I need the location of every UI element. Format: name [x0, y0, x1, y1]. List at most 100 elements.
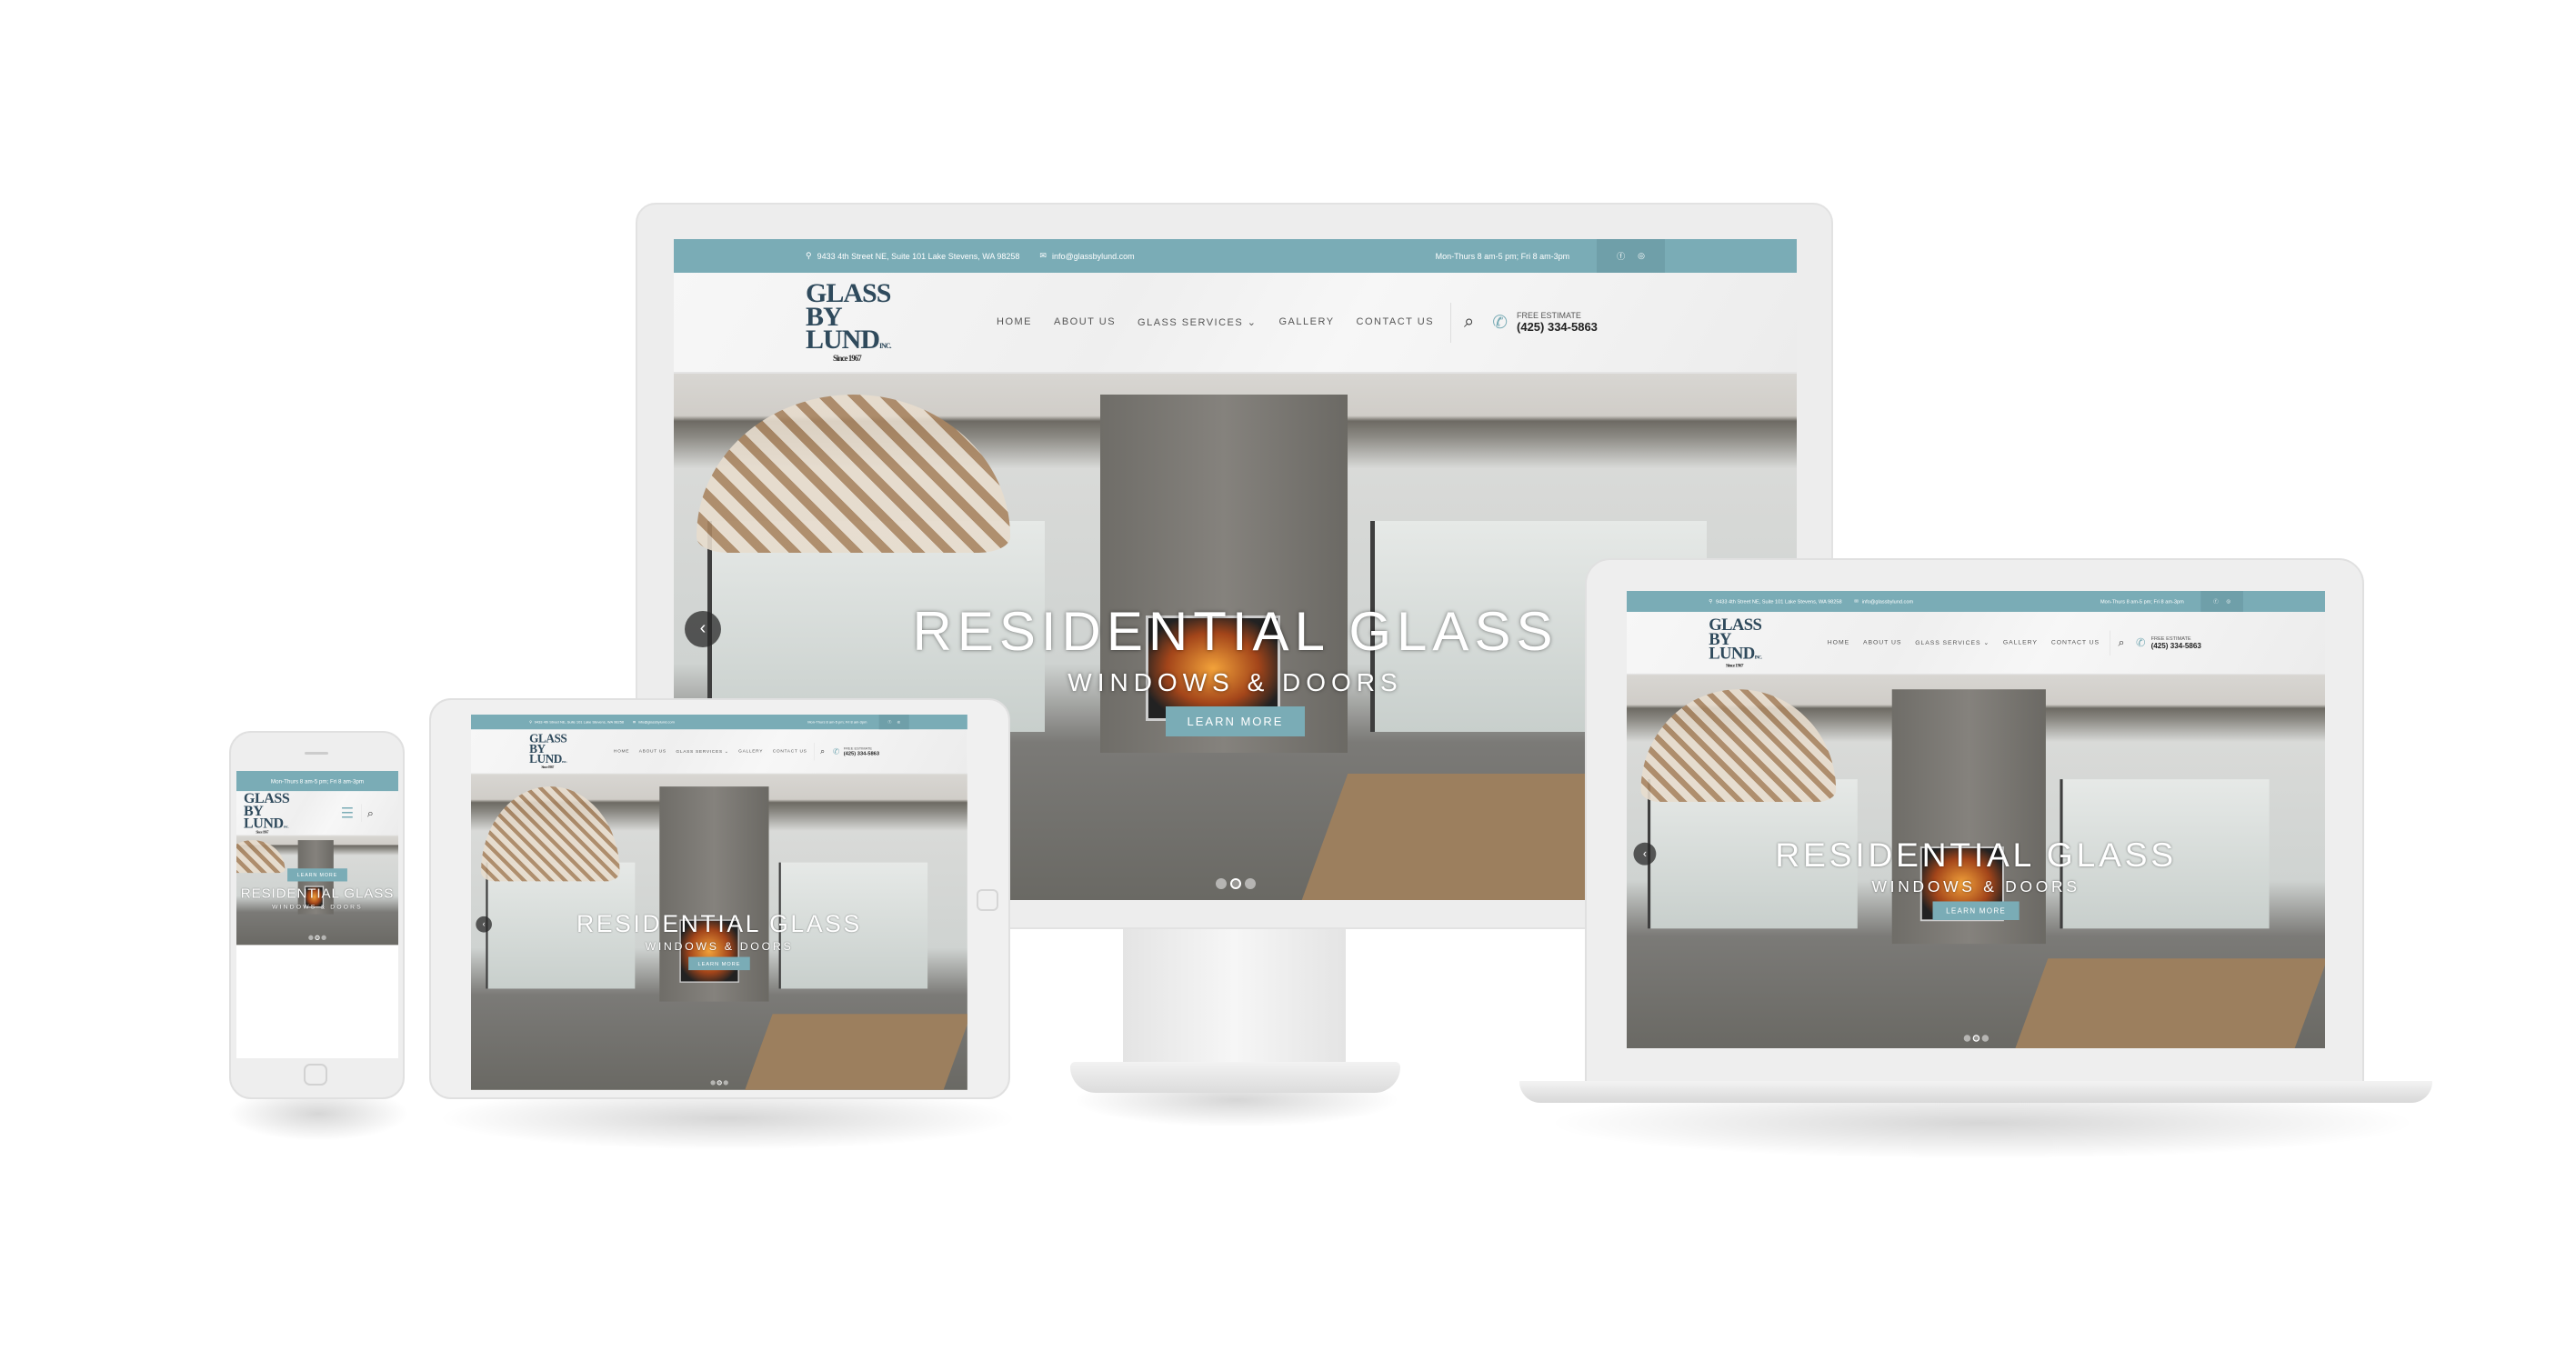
logo[interactable]: GLASS BY LUNDINC. Since 1967 — [1709, 616, 1805, 667]
facebook-icon[interactable]: ⓕ — [887, 719, 891, 725]
mobile-website: Mon-Thurs 8 am-5 pm; Fri 8 am-3pm GLASS B… — [236, 771, 398, 1058]
phone-number[interactable]: (425) 334-5863 — [1517, 320, 1598, 334]
slider-dot[interactable] — [1963, 1035, 1970, 1042]
phone-home-button — [304, 1064, 327, 1086]
instagram-icon[interactable]: ◎ — [1638, 251, 1645, 261]
nav-gallery[interactable]: GALLERY — [738, 749, 763, 755]
facebook-icon[interactable]: ⓕ — [2213, 597, 2219, 605]
phone-icon: ✆ — [2135, 636, 2146, 650]
tablet-screen: ⚲ 9433 4th Street NE, Suite 101 Lake Stev… — [471, 715, 967, 1090]
hours-text: Mon-Thurs 8 am-5 pm; Fri 8 am-3pm — [807, 719, 867, 725]
instagram-icon[interactable]: ◎ — [2226, 598, 2230, 605]
site-header: GLASS BY LUNDINC. Since 1967 ☰ ⌕ — [236, 791, 398, 836]
website: ⚲ 9433 4th Street NE, Suite 101 Lake Stev… — [1627, 591, 2325, 1048]
hero-slider: ‹ RESIDENTIAL GLASS WINDOWS & DOORS LEAR… — [1627, 675, 2325, 1048]
top-bar: ⚲ 9433 4th Street NE, Suite 101 Lake Stev… — [1627, 591, 2325, 613]
search-icon[interactable]: ⌕ — [820, 746, 825, 756]
nav-about-us[interactable]: ABOUT US — [639, 749, 667, 755]
phone-icon: ✆ — [832, 746, 840, 756]
nav-about-us[interactable]: ABOUT US — [1054, 316, 1116, 328]
hero-subtitle: WINDOWS & DOORS — [272, 903, 363, 911]
nav-home[interactable]: HOME — [614, 749, 629, 755]
main-nav: HOME ABOUT US GLASS SERVICES ⌄ GALLERY C… — [614, 749, 807, 755]
slider-dot[interactable] — [1215, 878, 1227, 889]
nav-gallery[interactable]: GALLERY — [1278, 316, 1334, 328]
site-header: GLASS BY LUNDINC. Since 1967 HOME ABOUT US … — [471, 729, 967, 775]
learn-more-button[interactable]: LEARN MORE — [687, 956, 750, 971]
free-estimate[interactable]: ✆ FREE ESTIMATE (425) 334-5863 — [1492, 311, 1598, 334]
top-bar: Mon-Thurs 8 am-5 pm; Fri 8 am-3pm — [236, 771, 398, 792]
search-icon[interactable]: ⌕ — [2119, 636, 2125, 649]
phone-number[interactable]: (425) 334-5863 — [2151, 641, 2201, 649]
nav-home[interactable]: HOME — [997, 316, 1032, 328]
hero-subtitle: WINDOWS & DOORS — [645, 939, 794, 953]
nav-contact-us[interactable]: CONTACT US — [1357, 316, 1435, 328]
hero-slider: ‹ RESIDENTIAL GLASS WINDOWS & DOORS LEAR… — [471, 774, 967, 1090]
menu-icon[interactable]: ☰ — [341, 805, 354, 822]
monitor-stand — [1123, 929, 1346, 1066]
main-nav: HOME ABOUT US GLASS SERVICES ⌄ GALLERY C… — [1828, 639, 2100, 646]
nav-contact-us[interactable]: CONTACT US — [773, 749, 807, 755]
slider-dot[interactable] — [321, 935, 326, 941]
main-nav: HOME ABOUT US GLASS SERVICES ⌄ GALLERY C… — [997, 316, 1434, 328]
slider-dot-active[interactable] — [315, 935, 320, 941]
slider-dot[interactable] — [308, 935, 314, 941]
phone-speaker — [305, 752, 328, 755]
slider-dot-active[interactable] — [1972, 1035, 1980, 1042]
slider-dot[interactable] — [1981, 1035, 1989, 1042]
nav-home[interactable]: HOME — [1828, 639, 1849, 646]
hours-text: Mon-Thurs 8 am-5 pm; Fri 8 am-3pm — [2100, 598, 2184, 605]
logo[interactable]: GLASS BY LUNDINC. Since 1967 — [529, 733, 597, 769]
top-bar: ⚲ 9433 4th Street NE, Suite 101 Lake Stev… — [674, 239, 1797, 273]
logo[interactable]: GLASS BY LUNDINC. Since 1967 — [806, 280, 960, 362]
map-pin-icon: ⚲ — [529, 719, 533, 725]
logo[interactable]: GLASS BY LUNDINC. Since 1967 — [244, 791, 341, 834]
hero-title: RESIDENTIAL GLASS — [576, 910, 862, 937]
address-text: 9433 4th Street NE, Suite 101 Lake Steve… — [534, 719, 625, 725]
free-estimate[interactable]: ✆ FREE ESTIMATE (425) 334-5863 — [2136, 635, 2201, 650]
mail-icon: ✉ — [1039, 251, 1047, 260]
nav-about-us[interactable]: ABOUT US — [1863, 639, 1901, 646]
site-header: GLASS BY LUNDINC. Since 1967 HOME ABOUT US … — [1627, 612, 2325, 676]
email-link[interactable]: info@glassbylund.com — [1862, 598, 1913, 604]
nav-gallery[interactable]: GALLERY — [2003, 639, 2038, 646]
nav-glass-services[interactable]: GLASS SERVICES ⌄ — [676, 749, 728, 754]
hero-slider: LEARN MORE RESIDENTIAL GLASS WINDOWS & D… — [236, 836, 398, 946]
slider-dot-active[interactable] — [1229, 878, 1241, 889]
phone-number[interactable]: (425) 334-5863 — [844, 750, 879, 756]
nav-glass-services[interactable]: GLASS SERVICES ⌄ — [1138, 316, 1257, 328]
hours-text: Mon-Thurs 8 am-5 pm; Fri 8 am-3pm — [1435, 251, 1570, 261]
laptop-base — [1519, 1081, 2432, 1103]
learn-more-button[interactable]: LEARN MORE — [1932, 901, 2020, 921]
monitor-base — [1070, 1062, 1400, 1093]
address-text: 9433 4th Street NE, Suite 101 Lake Steve… — [817, 251, 1020, 261]
instagram-icon[interactable]: ◎ — [897, 720, 900, 725]
email-link[interactable]: info@glassbylund.com — [1052, 252, 1135, 261]
map-pin-icon: ⚲ — [1709, 598, 1713, 605]
map-pin-icon: ⚲ — [806, 251, 812, 260]
slider-dot[interactable] — [710, 1080, 716, 1086]
website: ⚲ 9433 4th Street NE, Suite 101 Lake Stev… — [471, 715, 967, 1090]
learn-more-button[interactable]: LEARN MORE — [1165, 706, 1306, 736]
address-text: 9433 4th Street NE, Suite 101 Lake Steve… — [1716, 598, 1842, 605]
hero-title: RESIDENTIAL GLASS — [1775, 836, 2177, 875]
slider-dot-active[interactable] — [717, 1080, 722, 1086]
hero-subtitle: WINDOWS & DOORS — [1871, 877, 2080, 896]
nav-contact-us[interactable]: CONTACT US — [2051, 639, 2100, 646]
email-link[interactable]: info@glassbylund.com — [638, 720, 675, 724]
slider-dot[interactable] — [1244, 878, 1256, 889]
laptop-screen: ⚲ 9433 4th Street NE, Suite 101 Lake Stev… — [1627, 591, 2325, 1048]
mail-icon: ✉ — [632, 719, 636, 725]
slider-dot[interactable] — [723, 1080, 728, 1086]
site-header: GLASS BY LUNDINC. Since 1967 HOME ABOUT US … — [674, 273, 1797, 374]
search-icon[interactable]: ⌕ — [1464, 312, 1474, 333]
hero-title: RESIDENTIAL GLASS — [240, 885, 395, 901]
free-estimate[interactable]: ✆ FREE ESTIMATE (425) 334-5863 — [833, 746, 879, 756]
facebook-icon[interactable]: ⓕ — [1617, 250, 1625, 262]
mail-icon: ✉ — [1854, 598, 1859, 605]
learn-more-button[interactable]: LEARN MORE — [287, 868, 347, 882]
nav-glass-services[interactable]: GLASS SERVICES ⌄ — [1915, 639, 1990, 645]
tablet-home-button — [977, 889, 998, 911]
top-bar: ⚲ 9433 4th Street NE, Suite 101 Lake Stev… — [471, 715, 967, 730]
search-icon[interactable]: ⌕ — [367, 806, 374, 820]
